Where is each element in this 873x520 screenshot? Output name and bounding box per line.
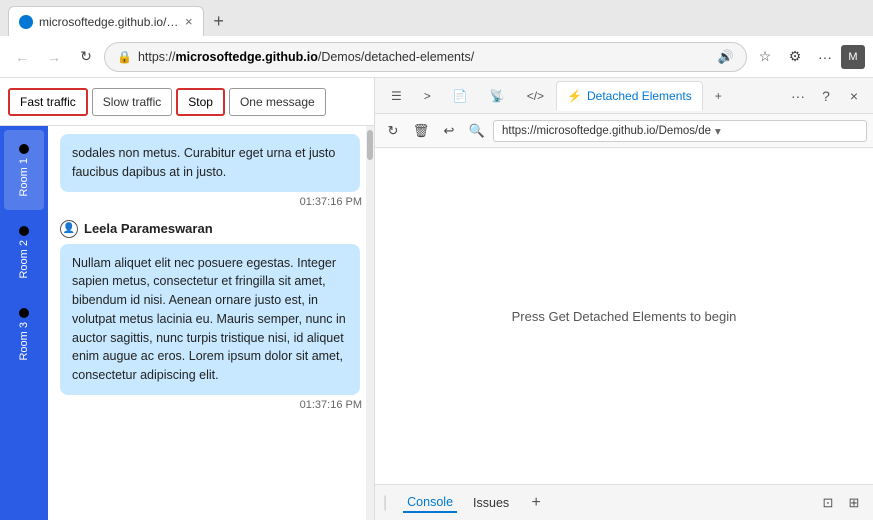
address-url-domain: microsoftedge.github.io	[175, 50, 317, 64]
dt-url-arrow: ▾	[715, 124, 721, 138]
lock-icon: 🔒	[117, 50, 132, 64]
close-tab-icon[interactable]: ×	[185, 14, 193, 29]
room-dot-3	[19, 308, 29, 318]
room-item-3[interactable]: Room 3	[4, 294, 44, 374]
message-time-1: 01:37:16 PM	[60, 196, 362, 208]
slow-traffic-button[interactable]: Slow traffic	[92, 88, 172, 116]
stop-button[interactable]: Stop	[176, 88, 225, 116]
message-text-1: sodales non metus. Curabitur eget urna e…	[72, 146, 335, 179]
room-label-1: Room 1	[18, 158, 30, 197]
network-icon: 📡	[490, 89, 505, 103]
chat-messages[interactable]: sodales non metus. Curabitur eget urna e…	[48, 126, 374, 520]
devtools-hint-text: Press Get Detached Elements to begin	[512, 309, 737, 324]
devtools-nav: ↻ 🗑 ↩ 🔍 https://microsoftedge.github.io/…	[375, 114, 873, 148]
devtools-tab-network[interactable]: 📡	[480, 81, 515, 111]
fast-traffic-button[interactable]: Fast traffic	[8, 88, 88, 116]
room-sidebar: Room 1 Room 2 Room 3	[0, 126, 48, 520]
chat-toolbar: Fast traffic Slow traffic Stop One messa…	[0, 78, 374, 126]
bottom-tab-console[interactable]: Console	[403, 493, 457, 513]
address-url-path: /Demos/detached-elements/	[318, 50, 474, 64]
dt-undo-button[interactable]: ↩	[437, 119, 461, 143]
refresh-button[interactable]: ↻	[72, 43, 100, 71]
chat-panel: Fast traffic Slow traffic Stop One messa…	[0, 78, 375, 520]
address-bar[interactable]: 🔒 https://microsoftedge.github.io/Demos/…	[104, 42, 747, 72]
devtools-tab-bar: ☰ > 📄 📡 </> ⚡ Detached Elements	[375, 78, 873, 114]
devtools-tab-elements[interactable]: ☰	[381, 81, 412, 111]
room-item-1[interactable]: Room 1	[4, 130, 44, 210]
read-aloud-icon: 🔊	[718, 49, 734, 65]
devtools-bottom-bar: | Console Issues + ⊡ ⊞	[375, 484, 873, 520]
elements-icon: ☰	[391, 89, 402, 103]
devtools-help-button[interactable]: ?	[813, 83, 839, 109]
nav-bar: ← → ↻ 🔒 https://microsoftedge.github.io/…	[0, 36, 873, 78]
devtools-panel: ☰ > 📄 📡 </> ⚡ Detached Elements	[375, 78, 873, 520]
favorites-icon[interactable]: ☆	[751, 43, 779, 71]
settings-icon[interactable]: ⚙	[781, 43, 809, 71]
tab-bar: microsoftedge.github.io/Demos/c... × +	[0, 0, 873, 36]
add-tab-icon: +	[715, 89, 722, 103]
bottom-tab-issues[interactable]: Issues	[469, 494, 513, 512]
tab-favicon	[19, 15, 33, 29]
chat-content: sodales non metus. Curabitur eget urna e…	[48, 126, 374, 431]
room-label-2: Room 2	[18, 240, 30, 279]
console-icon: >	[424, 89, 431, 103]
message-bubble-1: sodales non metus. Curabitur eget urna e…	[60, 134, 360, 192]
browser-window: microsoftedge.github.io/Demos/c... × + ←…	[0, 0, 873, 520]
sources-icon: 📄	[453, 89, 468, 103]
message-sender-2: 👤 Leela Parameswaran	[60, 220, 362, 238]
room-dot-1	[19, 144, 29, 154]
devtools-close-button[interactable]: ×	[841, 83, 867, 109]
bottom-icon-2[interactable]: ⊞	[843, 492, 865, 514]
nav-right-buttons: ☆ ⚙ ··· M	[751, 43, 865, 71]
one-message-button[interactable]: One message	[229, 88, 326, 116]
html-icon: </>	[527, 89, 544, 103]
bottom-add-tab-icon[interactable]: +	[525, 492, 547, 514]
new-tab-button[interactable]: +	[204, 6, 234, 36]
browser-tab-active[interactable]: microsoftedge.github.io/Demos/c... ×	[8, 6, 204, 36]
devtools-more-button[interactable]: ···	[785, 83, 811, 109]
devtools-tab-sources[interactable]: 📄	[443, 81, 478, 111]
detached-tab-label: Detached Elements	[587, 89, 692, 103]
sender-name-2: Leela Parameswaran	[84, 221, 213, 236]
dt-address-bar[interactable]: https://microsoftedge.github.io/Demos/de…	[493, 120, 867, 142]
message-text-2: Nullam aliquet elit nec posuere egestas.…	[72, 256, 346, 383]
forward-button[interactable]: →	[40, 43, 68, 71]
chat-body: Room 1 Room 2 Room 3	[0, 126, 374, 520]
room-item-2[interactable]: Room 2	[4, 212, 44, 292]
dt-search-button[interactable]: 🔍	[465, 119, 489, 143]
avatar-leela: 👤	[60, 220, 78, 238]
message-bubble-2: Nullam aliquet elit nec posuere egestas.…	[60, 244, 360, 395]
main-area: Fast traffic Slow traffic Stop One messa…	[0, 78, 873, 520]
dt-refresh-button[interactable]: ↻	[381, 119, 405, 143]
room-dot-2	[19, 226, 29, 236]
profile-button[interactable]: M	[841, 45, 865, 69]
bottom-icon-1[interactable]: ⊡	[817, 492, 839, 514]
bottom-right-icons: ⊡ ⊞	[817, 492, 865, 514]
tab-title: microsoftedge.github.io/Demos/c...	[39, 15, 179, 29]
devtools-tab-detached[interactable]: ⚡ Detached Elements	[556, 81, 703, 111]
dt-delete-button[interactable]: 🗑	[409, 119, 433, 143]
back-button[interactable]: ←	[8, 43, 36, 71]
devtools-tab-html[interactable]: </>	[517, 81, 554, 111]
room-label-3: Room 3	[18, 322, 30, 361]
devtools-content: Press Get Detached Elements to begin	[375, 148, 873, 484]
dt-url-text: https://microsoftedge.github.io/Demos/de	[502, 125, 711, 137]
scroll-thumb	[367, 130, 373, 160]
devtools-tab-add[interactable]: +	[705, 81, 732, 111]
devtools-tab-console[interactable]: >	[414, 81, 441, 111]
message-time-2: 01:37:16 PM	[60, 399, 362, 411]
scroll-track[interactable]	[366, 126, 374, 520]
address-url: https://microsoftedge.github.io/Demos/de…	[138, 50, 712, 64]
more-options-button[interactable]: ···	[811, 43, 839, 71]
bottom-vertical-bar: |	[383, 494, 387, 512]
detached-icon: ⚡	[567, 89, 582, 103]
